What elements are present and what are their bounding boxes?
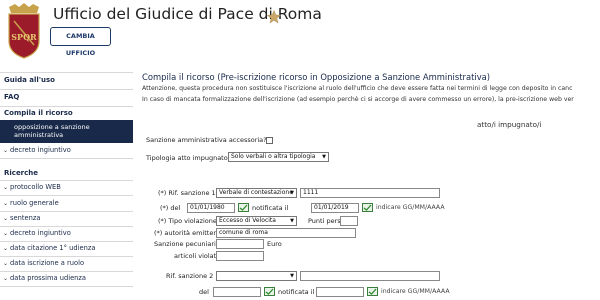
- euro-label: Euro: [267, 240, 282, 248]
- sidebar-item-faq[interactable]: FAQ: [4, 93, 19, 101]
- sidebar-item-label: data iscrizione a ruolo: [10, 259, 85, 267]
- sidebar-active-label: opposizione a sanzione amministrativa: [14, 123, 90, 139]
- sanzione-pecuniaria-input[interactable]: [216, 239, 264, 249]
- notificata-2-label: notificata il: [278, 288, 315, 296]
- calendar-icon[interactable]: [367, 287, 378, 296]
- roma-coat-of-arms-logo: SPQR: [8, 3, 40, 59]
- sidebar-item-label: protocollo WEB: [10, 183, 61, 191]
- dropdown-arrow-icon: ▼: [290, 218, 294, 224]
- chevron-down-icon: ⌄: [3, 184, 9, 191]
- sidebar-item-opposizione-active[interactable]: opposizione a sanzione amministrativa: [0, 120, 133, 143]
- notice-line-2: In caso di mancata formalizzazione dell'…: [142, 96, 574, 103]
- tipo-violazione-select[interactable]: Eccesso di Velocita ▼: [216, 216, 297, 226]
- sidebar: Guida all'uso FAQ Compila il ricorso opp…: [0, 72, 133, 300]
- sidebar-item-label: decreto ingiuntivo: [10, 229, 71, 237]
- rif-sanzione-2-label: Rif. sanzione 2: [166, 272, 214, 280]
- header: SPQR Ufficio del Giudice di Pace di Roma…: [0, 0, 600, 62]
- sanzione-accessoria-label: Sanzione amministrativa accessoria?: [146, 136, 267, 144]
- notice-line-1: Attenzione, questa procedura non sostitu…: [142, 85, 573, 92]
- sidebar-divider: [0, 106, 133, 107]
- chevron-down-icon: ⌄: [3, 275, 9, 282]
- articoli-label: articoli violati: [174, 252, 219, 260]
- tipologia-label: Tipologia atto impugnato: [146, 154, 228, 162]
- dropdown-arrow-icon: ▼: [290, 190, 294, 196]
- sidebar-divider: [0, 271, 133, 272]
- punti-persi-input[interactable]: [340, 216, 358, 226]
- sidebar-item-guida[interactable]: Guida all'uso: [4, 76, 55, 84]
- calendar-icon[interactable]: [264, 287, 275, 296]
- chevron-down-icon: ⌄: [3, 215, 9, 222]
- sidebar-divider: [0, 158, 133, 159]
- logo-lettering: SPQR: [11, 32, 37, 42]
- rif-sanzione-2-type-select[interactable]: ▼: [216, 271, 297, 281]
- sidebar-item-ruolo-generale[interactable]: ⌄ ruolo generale: [3, 199, 59, 207]
- tipo-violazione-value: Eccesso di Velocita: [219, 217, 276, 224]
- sidebar-item-label: data citazione 1° udienza: [10, 244, 96, 252]
- sidebar-item-protocollo[interactable]: ⌄ protocollo WEB: [3, 183, 61, 191]
- chevron-down-icon: ⌄: [3, 245, 9, 252]
- calendar-icon[interactable]: [238, 203, 249, 212]
- rif-sanzione-1-number-input[interactable]: 1111: [300, 188, 440, 198]
- office-title: Ufficio del Giudice di Pace di Roma: [53, 5, 322, 23]
- sidebar-divider: [0, 180, 133, 181]
- chevron-down-icon: ⌄: [3, 147, 9, 154]
- sidebar-item-label: data prossima udienza: [10, 274, 87, 282]
- articoli-input[interactable]: [216, 251, 264, 261]
- notificata-1-date-input[interactable]: 01/01/2019: [311, 203, 359, 213]
- rif-sanzione-1-type-value: Verbale di contestazione: [219, 189, 293, 196]
- sanzione-accessoria-checkbox[interactable]: [266, 137, 273, 144]
- chevron-down-icon: ⌄: [3, 230, 9, 237]
- sidebar-item-label: ruolo generale: [10, 199, 59, 207]
- sidebar-item-data-prossima[interactable]: ⌄ data prossima udienza: [3, 274, 86, 282]
- star-icon[interactable]: [267, 10, 281, 24]
- sidebar-divider: [0, 211, 133, 212]
- atto-impugnato-heading: atto/i impugnato/i: [477, 120, 542, 129]
- sidebar-item-decreto-ricerca[interactable]: ⌄ decreto ingiuntivo: [3, 229, 71, 237]
- tipo-violazione-label: (*) Tipo violazione: [158, 217, 217, 225]
- dropdown-arrow-icon: ▼: [290, 273, 294, 279]
- autorita-input[interactable]: comune di roma: [216, 228, 356, 238]
- page-title: Compila il ricorso (Pre-iscrizione ricor…: [142, 72, 491, 82]
- chevron-down-icon: ⌄: [3, 260, 9, 267]
- sidebar-item-sentenza[interactable]: ⌄ sentenza: [3, 214, 40, 222]
- sidebar-item-label: sentenza: [10, 214, 41, 222]
- sidebar-divider: [0, 286, 133, 287]
- autorita-label: (*) autorità emittente: [154, 229, 224, 237]
- del-1-date-input[interactable]: 01/01/1980: [187, 203, 235, 213]
- tipologia-select[interactable]: Solo verbali o altra tipologia ▼: [228, 152, 329, 162]
- sidebar-divider: [0, 72, 133, 73]
- sidebar-item-data-iscrizione[interactable]: ⌄ data iscrizione a ruolo: [3, 259, 84, 267]
- punti-persi-label: Punti persi: [308, 217, 343, 225]
- del-2-date-input[interactable]: [213, 287, 261, 297]
- sidebar-item-label: decreto ingiuntivo: [10, 146, 71, 154]
- sidebar-item-data-citazione[interactable]: ⌄ data citazione 1° udienza: [3, 244, 95, 252]
- notificata-2-date-input[interactable]: [316, 287, 364, 297]
- sanzione-pecuniaria-label: Sanzione pecuniaria: [154, 240, 220, 248]
- sidebar-divider: [0, 226, 133, 227]
- del-2-label: del: [199, 288, 209, 296]
- sidebar-item-compila[interactable]: Compila il ricorso: [4, 109, 73, 117]
- rif-sanzione-1-label: (*) Rif. sanzione 1: [158, 189, 216, 197]
- sidebar-divider: [0, 241, 133, 242]
- rif-sanzione-1-type-select[interactable]: Verbale di contestazione ▼: [216, 188, 297, 198]
- sidebar-divider: [0, 195, 133, 196]
- del-1-label: (*) del: [160, 204, 181, 212]
- main-content: Compila il ricorso (Pre-iscrizione ricor…: [140, 72, 600, 300]
- change-office-button[interactable]: CAMBIA UFFICIO: [50, 27, 111, 57]
- chevron-down-icon: ⌄: [3, 200, 9, 207]
- date-format-hint: indicare GG/MM/AAAA: [381, 288, 450, 295]
- tipologia-select-value: Solo verbali o altra tipologia: [231, 153, 316, 160]
- calendar-icon[interactable]: [362, 203, 373, 212]
- rif-sanzione-2-number-input[interactable]: [300, 271, 440, 281]
- sidebar-section-ricerche: Ricerche: [4, 169, 39, 177]
- sidebar-divider: [0, 89, 133, 90]
- dropdown-arrow-icon: ▼: [322, 154, 326, 160]
- date-format-hint: indicare GG/MM/AAAA: [376, 204, 445, 211]
- sidebar-item-decreto[interactable]: ⌄ decreto ingiuntivo: [3, 146, 71, 154]
- notificata-1-label: notificata il: [252, 204, 289, 212]
- sidebar-divider: [0, 256, 133, 257]
